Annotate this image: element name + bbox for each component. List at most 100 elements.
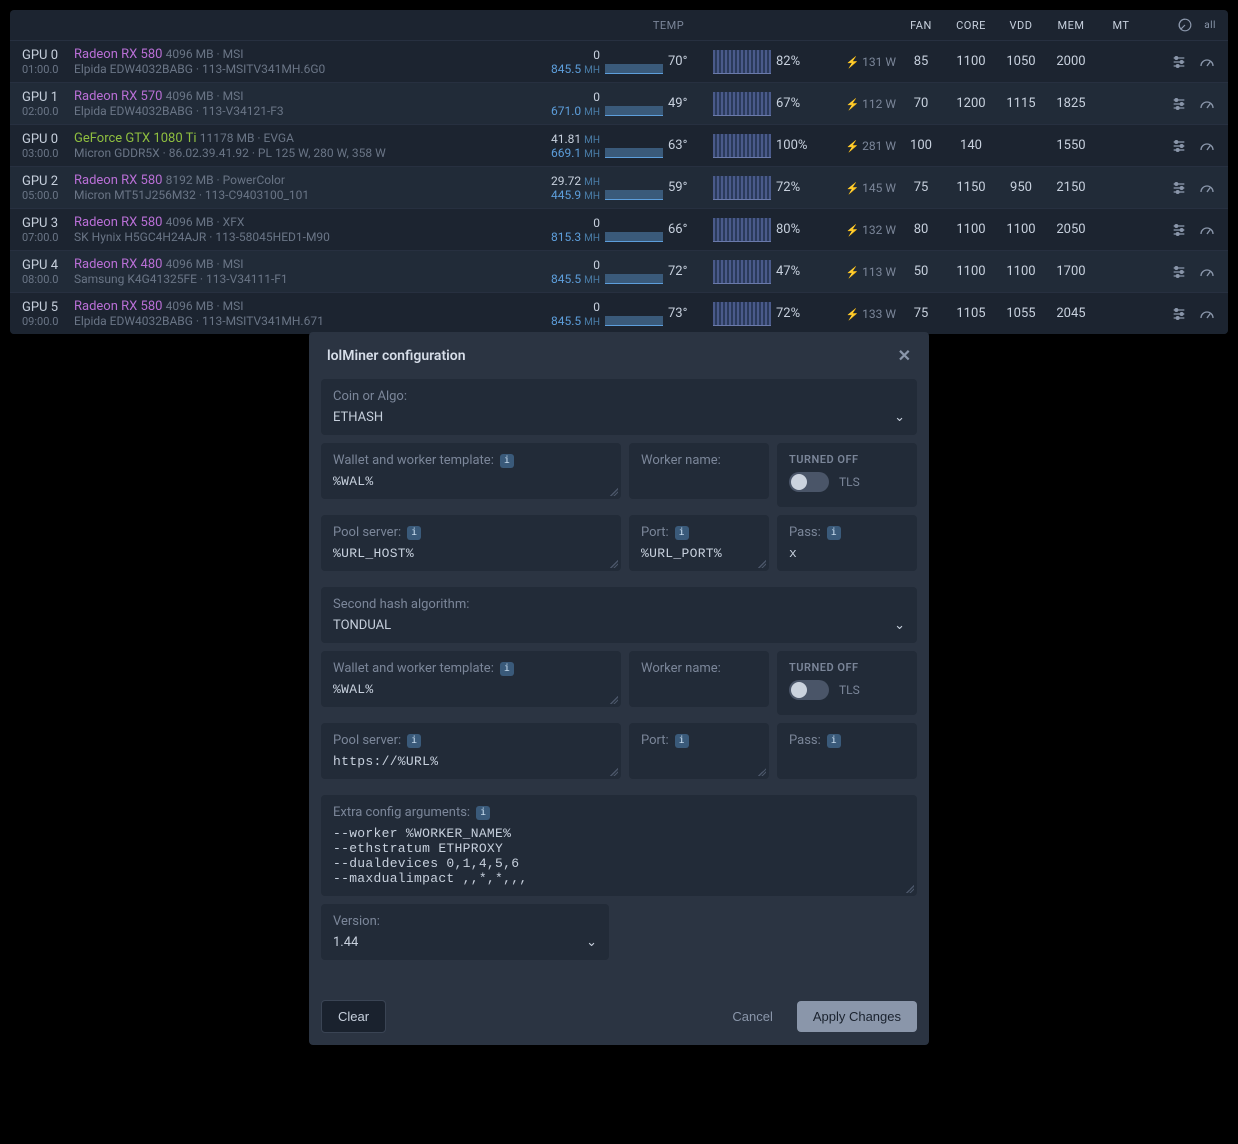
tls-switch-2[interactable] — [789, 680, 829, 700]
gauge-icon[interactable] — [1198, 137, 1216, 155]
gpu-temp: 72° — [668, 264, 708, 279]
gpu-meta: 4096 MB · MSI — [166, 89, 244, 103]
apply-changes-button[interactable]: Apply Changes — [797, 1001, 917, 1032]
worker-name-1[interactable]: Worker name: — [629, 443, 769, 499]
gpu-meta: 4096 MB · MSI — [166, 299, 244, 313]
gpu-core: 1105 — [946, 306, 996, 321]
sliders-icon[interactable] — [1170, 305, 1188, 323]
gpu-row[interactable]: GPU 0 01:00.0 Radeon RX 580 4096 MB · MS… — [10, 40, 1228, 82]
hashrate-secondary: 671.0 MH — [535, 104, 600, 118]
info-icon[interactable]: i — [827, 734, 841, 748]
gauge-icon[interactable] — [1198, 95, 1216, 113]
gpu-util: 67% — [776, 96, 831, 111]
gpu-detail: Micron GDDR5X · 86.02.39.41.92 · PL 125 … — [74, 146, 535, 160]
gauge-icon[interactable] — [1198, 263, 1216, 281]
chevron-down-icon: ⌄ — [894, 410, 905, 425]
sliders-icon[interactable] — [1170, 137, 1188, 155]
gauge-icon[interactable] — [1198, 221, 1216, 239]
gauge-icon[interactable] — [1198, 305, 1216, 323]
hashrate-primary: 0 — [535, 300, 600, 314]
gauge-icon[interactable] — [1198, 179, 1216, 197]
util-sparkline — [713, 260, 771, 284]
gpu-mem: 2000 — [1046, 54, 1096, 69]
temp-sparkline — [605, 218, 663, 242]
info-icon[interactable]: i — [675, 526, 689, 540]
gpu-row[interactable]: GPU 1 02:00.0 Radeon RX 570 4096 MB · MS… — [10, 82, 1228, 124]
gpu-bus: 02:00.0 — [22, 105, 74, 118]
hashrate-secondary: 845.5 MH — [535, 314, 600, 328]
hashrate-secondary: 845.5 MH — [535, 62, 600, 76]
chevron-down-icon: ⌄ — [894, 618, 905, 633]
gpu-id: GPU 0 — [22, 48, 74, 63]
util-sparkline — [713, 134, 771, 158]
tls-toggle-2: TURNED OFF TLS — [777, 651, 917, 715]
pass-2[interactable]: Pass:i — [777, 723, 917, 779]
extra-args[interactable]: Extra config arguments:i --worker %WORKE… — [321, 795, 917, 896]
hashrate-primary: 0 — [535, 90, 600, 104]
gpu-fan: 50 — [896, 264, 946, 279]
sliders-icon[interactable] — [1170, 263, 1188, 281]
info-icon[interactable]: i — [675, 734, 689, 748]
header-fan: FAN — [896, 19, 946, 32]
sliders-icon[interactable] — [1170, 95, 1188, 113]
header-all-label[interactable]: all — [1204, 20, 1216, 31]
gpu-bus: 09:00.0 — [22, 315, 74, 328]
wallet-2-value: %WAL% — [321, 676, 621, 707]
wallet-template-2[interactable]: Wallet and worker template:i %WAL% — [321, 651, 621, 707]
worker-name-2[interactable]: Worker name: — [629, 651, 769, 707]
version-value: 1.44 — [333, 935, 358, 950]
gpu-util: 72% — [776, 180, 831, 195]
gpu-power: ⚡ 281 W — [831, 139, 896, 153]
gpu-temp: 63° — [668, 138, 708, 153]
info-icon[interactable]: i — [476, 806, 490, 820]
extra-args-value: --worker %WORKER_NAME% --ethstratum ETHP… — [321, 820, 917, 896]
gpu-vdd: 1115 — [996, 96, 1046, 111]
info-icon[interactable]: i — [500, 454, 514, 468]
pass-1[interactable]: Pass:i x — [777, 515, 917, 571]
gpu-detail: SK Hynix H5GC4H24AJR · 113-58045HED1-M90 — [74, 230, 535, 244]
clear-button[interactable]: Clear — [321, 1000, 386, 1033]
gpu-row[interactable]: GPU 4 08:00.0 Radeon RX 480 4096 MB · MS… — [10, 250, 1228, 292]
info-icon[interactable]: i — [500, 662, 514, 676]
close-icon[interactable]: ✕ — [898, 346, 911, 365]
info-icon[interactable]: i — [407, 526, 421, 540]
sliders-icon[interactable] — [1170, 179, 1188, 197]
gpu-detail: Elpida EDW4032BABG · 113-V34121-F3 — [74, 104, 535, 118]
header-mem: MEM — [1046, 19, 1096, 32]
gpu-row[interactable]: GPU 2 05:00.0 Radeon RX 580 8192 MB · Po… — [10, 166, 1228, 208]
gpu-meta: 4096 MB · MSI — [166, 47, 244, 61]
gpu-id: GPU 4 — [22, 258, 74, 273]
version-select[interactable]: Version: 1.44 ⌄ — [321, 904, 609, 960]
pool-server-2[interactable]: Pool server:i https://%URL% — [321, 723, 621, 779]
util-sparkline — [713, 50, 771, 74]
gpu-detail: Elpida EDW4032BABG · 113-MSITV341MH.671 — [74, 314, 535, 328]
gpu-row[interactable]: GPU 3 07:00.0 Radeon RX 580 4096 MB · XF… — [10, 208, 1228, 250]
coin-select[interactable]: Coin or Algo: ETHASH ⌄ — [321, 379, 917, 435]
port-1[interactable]: Port:i %URL_PORT% — [629, 515, 769, 571]
gpu-fan: 80 — [896, 222, 946, 237]
cancel-button[interactable]: Cancel — [716, 1001, 788, 1032]
sliders-icon[interactable] — [1170, 221, 1188, 239]
wallet-template-1[interactable]: Wallet and worker template:i %WAL% — [321, 443, 621, 499]
port-2[interactable]: Port:i — [629, 723, 769, 779]
gpu-vdd: 950 — [996, 180, 1046, 195]
tls-switch-1[interactable] — [789, 472, 829, 492]
hashrate-secondary: 815.3 MH — [535, 230, 600, 244]
pass-2-value — [777, 748, 917, 764]
gpu-row[interactable]: GPU 5 09:00.0 Radeon RX 580 4096 MB · MS… — [10, 292, 1228, 334]
gauge-all-icon[interactable] — [1176, 16, 1194, 34]
gpu-mem: 2050 — [1046, 222, 1096, 237]
pool-2-value: https://%URL% — [321, 748, 621, 779]
hashrate-primary: 29.72 MH — [535, 174, 600, 188]
info-icon[interactable]: i — [407, 734, 421, 748]
gauge-icon[interactable] — [1198, 53, 1216, 71]
info-icon[interactable]: i — [827, 526, 841, 540]
port-1-value: %URL_PORT% — [629, 540, 769, 571]
pool-server-1[interactable]: Pool server:i %URL_HOST% — [321, 515, 621, 571]
gpu-mem: 1825 — [1046, 96, 1096, 111]
sliders-icon[interactable] — [1170, 53, 1188, 71]
gpu-temp: 49° — [668, 96, 708, 111]
gpu-model: Radeon RX 580 — [74, 215, 162, 230]
gpu-row[interactable]: GPU 0 03:00.0 GeForce GTX 1080 Ti 11178 … — [10, 124, 1228, 166]
second-algo-select[interactable]: Second hash algorithm: TONDUAL ⌄ — [321, 587, 917, 643]
